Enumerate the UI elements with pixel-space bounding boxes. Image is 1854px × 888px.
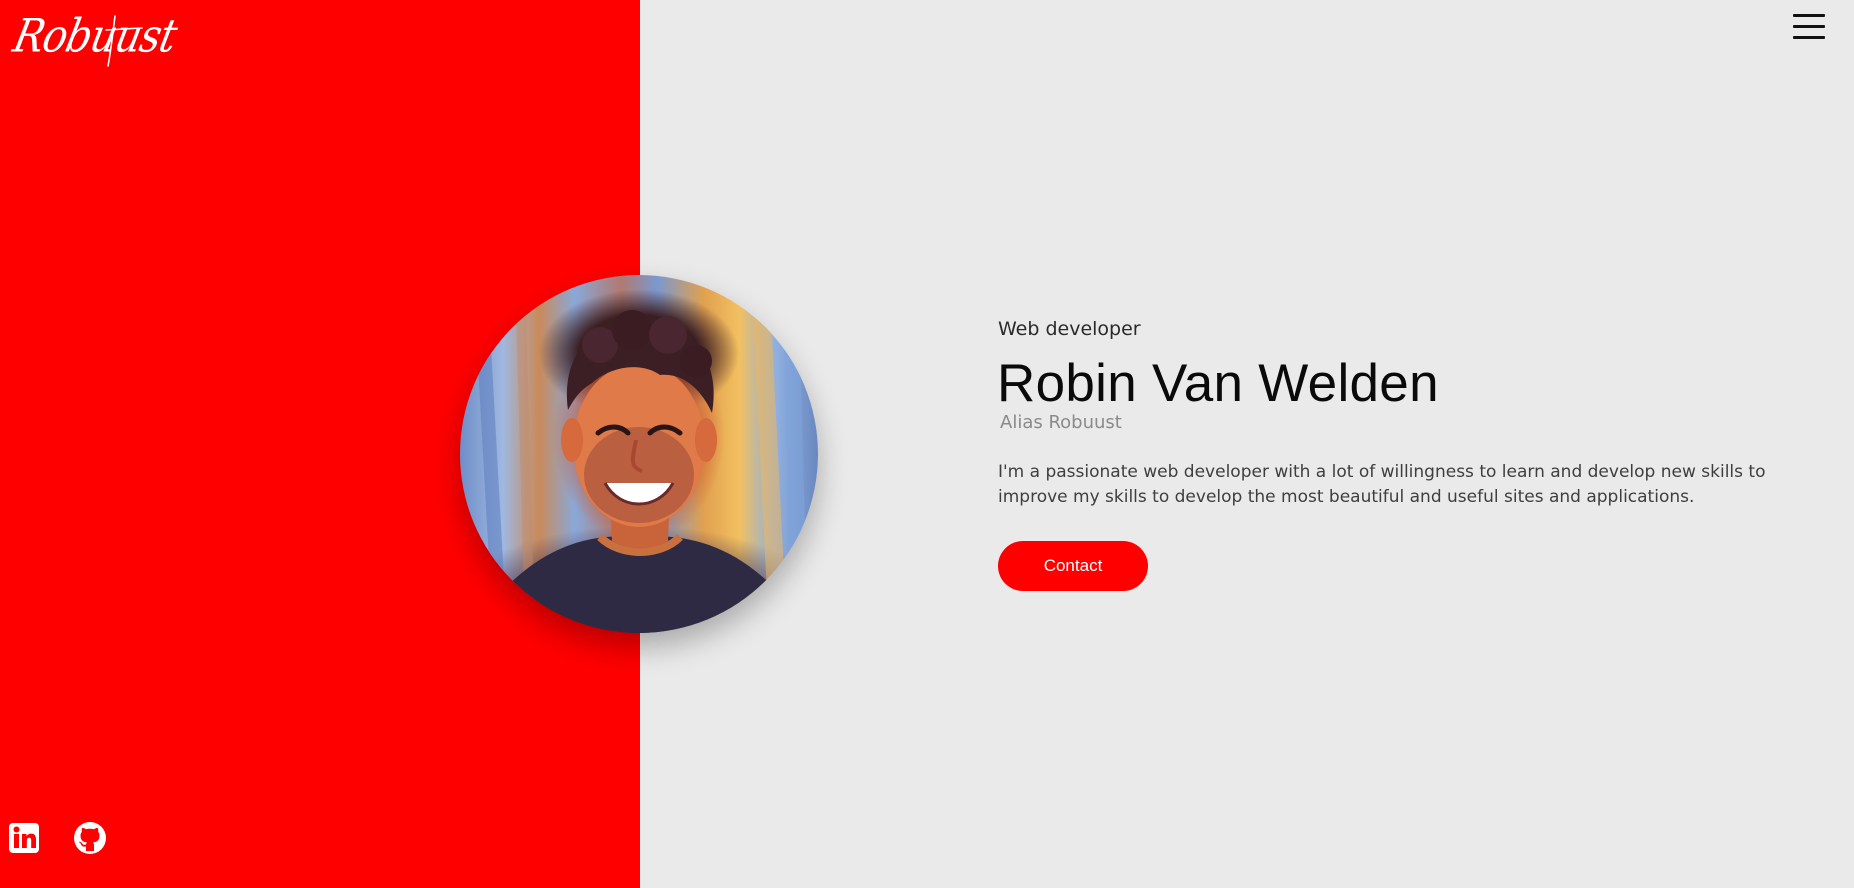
hamburger-menu-icon-line-middle xyxy=(1793,25,1825,28)
logo[interactable]: Robuust xyxy=(9,2,181,70)
page-title: Robin Van Welden xyxy=(997,354,1439,413)
github-icon xyxy=(74,822,106,854)
hamburger-menu-icon-line-bottom xyxy=(1793,36,1825,39)
logo-flourish xyxy=(105,15,143,67)
menu-button[interactable] xyxy=(1791,10,1827,44)
github-link[interactable] xyxy=(73,821,107,855)
bio-text: I'm a passionate web developer with a lo… xyxy=(998,462,1766,507)
linkedin-icon xyxy=(9,823,39,853)
alias-text: Alias Robuust xyxy=(1000,412,1122,433)
profile-portrait xyxy=(460,275,818,633)
contact-button[interactable]: Contact xyxy=(998,541,1148,591)
role-subtitle: Web developer xyxy=(998,318,1141,340)
portrait-illustration xyxy=(460,275,818,633)
page: Robuust Web developer Robin Van Welden A… xyxy=(0,0,1854,888)
hamburger-menu-icon-line-top xyxy=(1793,14,1825,17)
linkedin-link[interactable] xyxy=(7,821,41,855)
